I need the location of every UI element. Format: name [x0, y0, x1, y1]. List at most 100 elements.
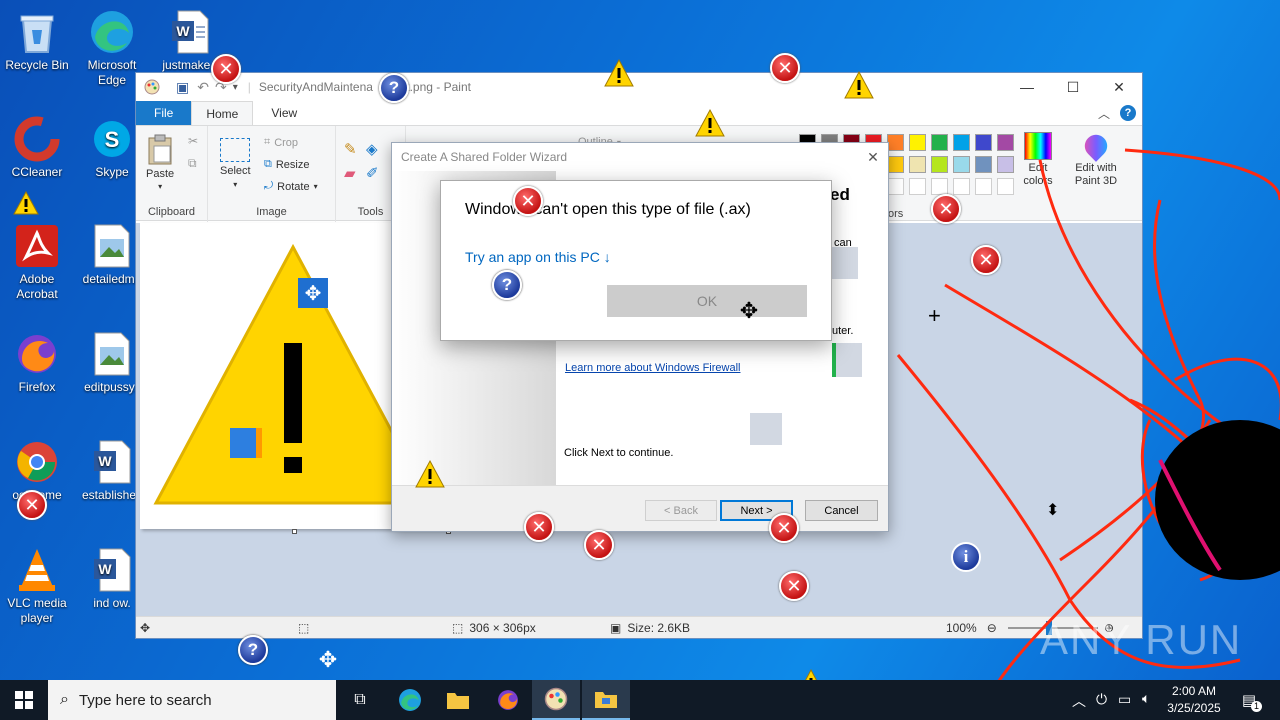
- eraser-icon[interactable]: ▰: [344, 164, 356, 182]
- chrome-icon: [13, 438, 61, 486]
- taskbar-clock[interactable]: 2:00 AM 3/25/2025: [1162, 683, 1226, 717]
- color-swatch-empty[interactable]: [909, 178, 926, 195]
- color-swatch[interactable]: [997, 156, 1014, 173]
- move-cursor-icon: ✥: [318, 647, 338, 672]
- desktop-icon-label: VLC media player: [7, 596, 67, 625]
- color-swatch-empty[interactable]: [931, 178, 948, 195]
- undo-icon[interactable]: ↶: [197, 79, 209, 96]
- color-swatch[interactable]: [931, 134, 948, 151]
- color-swatch-empty[interactable]: [887, 178, 904, 195]
- color-swatch[interactable]: [909, 156, 926, 173]
- color-swatch-empty[interactable]: [975, 178, 992, 195]
- tab-view[interactable]: View: [253, 101, 315, 125]
- disk-icon: ▣: [610, 621, 622, 635]
- color-swatch-empty[interactable]: [997, 178, 1014, 195]
- crop-button[interactable]: ⌗ Crop: [264, 136, 298, 149]
- pencil-icon[interactable]: ✎: [344, 140, 357, 158]
- edit-colors-button[interactable]: Edit colors: [1018, 132, 1058, 188]
- zoom-out-icon[interactable]: ⊖: [987, 621, 997, 635]
- image-size-icon: ⬚: [452, 621, 464, 635]
- fill-icon[interactable]: ◈: [366, 140, 378, 158]
- color-swatch[interactable]: [931, 156, 948, 173]
- file-size: Size: 2.6KB: [627, 621, 691, 635]
- paint-titlebar[interactable]: ▣ ↶ ↷ ▾ | SecurityAndMaintena lert.png -…: [136, 73, 1142, 101]
- desktop-icon-label: Firefox: [18, 380, 56, 394]
- taskbar-search-box[interactable]: ⌕ Type here to search: [48, 680, 336, 720]
- search-placeholder: Type here to search: [78, 691, 212, 709]
- color-picker-icon[interactable]: ✐: [366, 164, 379, 182]
- paint-window-title: SecurityAndMaintena lert.png - Paint: [258, 80, 471, 94]
- color-swatch[interactable]: [909, 134, 926, 151]
- color-swatch-empty[interactable]: [953, 178, 970, 195]
- desktop-icon-acrobat[interactable]: Adobe Acrobat: [0, 222, 74, 302]
- open-with-message: Windows can't open this type of file (.a…: [465, 201, 751, 218]
- close-button[interactable]: ✕: [1096, 73, 1142, 101]
- desktop-icon-label: Adobe Acrobat: [16, 272, 58, 301]
- desktop-icon-firefox[interactable]: Firefox: [0, 330, 74, 395]
- select-icon: [220, 138, 251, 162]
- copy-icon[interactable]: ⧉: [188, 156, 197, 171]
- tab-file[interactable]: File: [136, 101, 192, 125]
- wizard-close-button[interactable]: ✕: [858, 149, 888, 166]
- color-swatch[interactable]: [975, 134, 992, 151]
- color-swatch[interactable]: [975, 156, 992, 173]
- svg-text:W: W: [98, 453, 112, 469]
- desktop-icon-vlc[interactable]: VLC media player: [0, 546, 74, 626]
- action-center-button[interactable]: ▤ 1: [1236, 688, 1262, 712]
- rotate-button[interactable]: ⤾ Rotate ▾: [264, 180, 318, 193]
- taskbar-file-explorer[interactable]: [434, 680, 482, 720]
- color-swatch[interactable]: [953, 134, 970, 151]
- error-icon: ✕: [17, 490, 47, 520]
- desktop-icon-ccleaner[interactable]: CCleaner: [0, 115, 74, 180]
- select-button[interactable]: Select ▾: [220, 138, 251, 189]
- vlc-icon: [13, 546, 61, 594]
- acrobat-icon: [13, 222, 61, 270]
- paint3d-icon: [1080, 130, 1112, 162]
- learn-more-firewall-link[interactable]: Learn more about Windows Firewall: [565, 362, 740, 374]
- color-swatch[interactable]: [887, 156, 904, 173]
- maximize-button[interactable]: ☐: [1050, 73, 1096, 101]
- resize-icon: ⧉: [264, 158, 272, 170]
- image-group-label: Image: [256, 206, 287, 218]
- volume-icon[interactable]: 🔈︎: [1142, 690, 1150, 707]
- open-with-dialog[interactable]: Windows can't open this type of file (.a…: [440, 180, 832, 341]
- taskbar-edge[interactable]: [386, 680, 434, 720]
- tab-home[interactable]: Home: [191, 101, 254, 125]
- svg-text:W: W: [98, 561, 112, 577]
- collapse-ribbon-icon[interactable]: ︿: [1098, 105, 1110, 122]
- quick-access-dropdown-icon[interactable]: ▾: [233, 82, 238, 93]
- image-file-icon: [88, 330, 136, 378]
- resize-button[interactable]: ⧉ Resize: [264, 158, 309, 171]
- ok-button[interactable]: OK: [607, 285, 807, 317]
- paste-button[interactable]: Paste ▾: [146, 134, 174, 191]
- task-view-button[interactable]: ⧉: [336, 680, 384, 720]
- search-icon: ⌕: [60, 691, 69, 708]
- move-cursor-icon: ✥: [298, 278, 328, 308]
- taskbar-wizard[interactable]: [582, 680, 630, 720]
- folder-icon: [447, 693, 469, 709]
- paint-app-icon: [144, 79, 160, 95]
- try-app-link[interactable]: Try an app on this PC ↓: [465, 249, 611, 265]
- help-icon[interactable]: ?: [1120, 105, 1136, 121]
- taskbar-firefox[interactable]: [484, 680, 532, 720]
- device-icon[interactable]: ⏻: [1096, 691, 1107, 708]
- canvas-resize-handle[interactable]: [292, 529, 297, 534]
- color-swatch[interactable]: [887, 134, 904, 151]
- network-icon[interactable]: ▭: [1118, 691, 1131, 708]
- taskbar-paint[interactable]: [532, 680, 580, 720]
- minimize-button[interactable]: —: [1004, 73, 1050, 101]
- taskbar: ⌕ Type here to search ⧉ ︿ ⏻ ▭ 🔈︎ 2:00 AM…: [0, 680, 1280, 720]
- wizard-titlebar[interactable]: Create A Shared Folder Wizard ✕: [392, 143, 888, 171]
- back-button[interactable]: < Back: [645, 500, 717, 521]
- edit-paint3d-button[interactable]: Edit with Paint 3D: [1064, 130, 1128, 188]
- show-hidden-icons-icon[interactable]: ︿: [1072, 691, 1086, 711]
- color-swatch[interactable]: [953, 156, 970, 173]
- color-swatch[interactable]: [997, 134, 1014, 151]
- word-doc-icon: W: [88, 438, 136, 486]
- save-icon[interactable]: ▣: [176, 79, 189, 96]
- cancel-button[interactable]: Cancel: [805, 500, 878, 521]
- cut-icon[interactable]: ✂: [188, 134, 198, 148]
- start-button[interactable]: [0, 680, 48, 720]
- desktop-icon-label: Recycle Bin: [5, 58, 69, 72]
- desktop-icon-recycle-bin[interactable]: Recycle Bin: [0, 8, 74, 73]
